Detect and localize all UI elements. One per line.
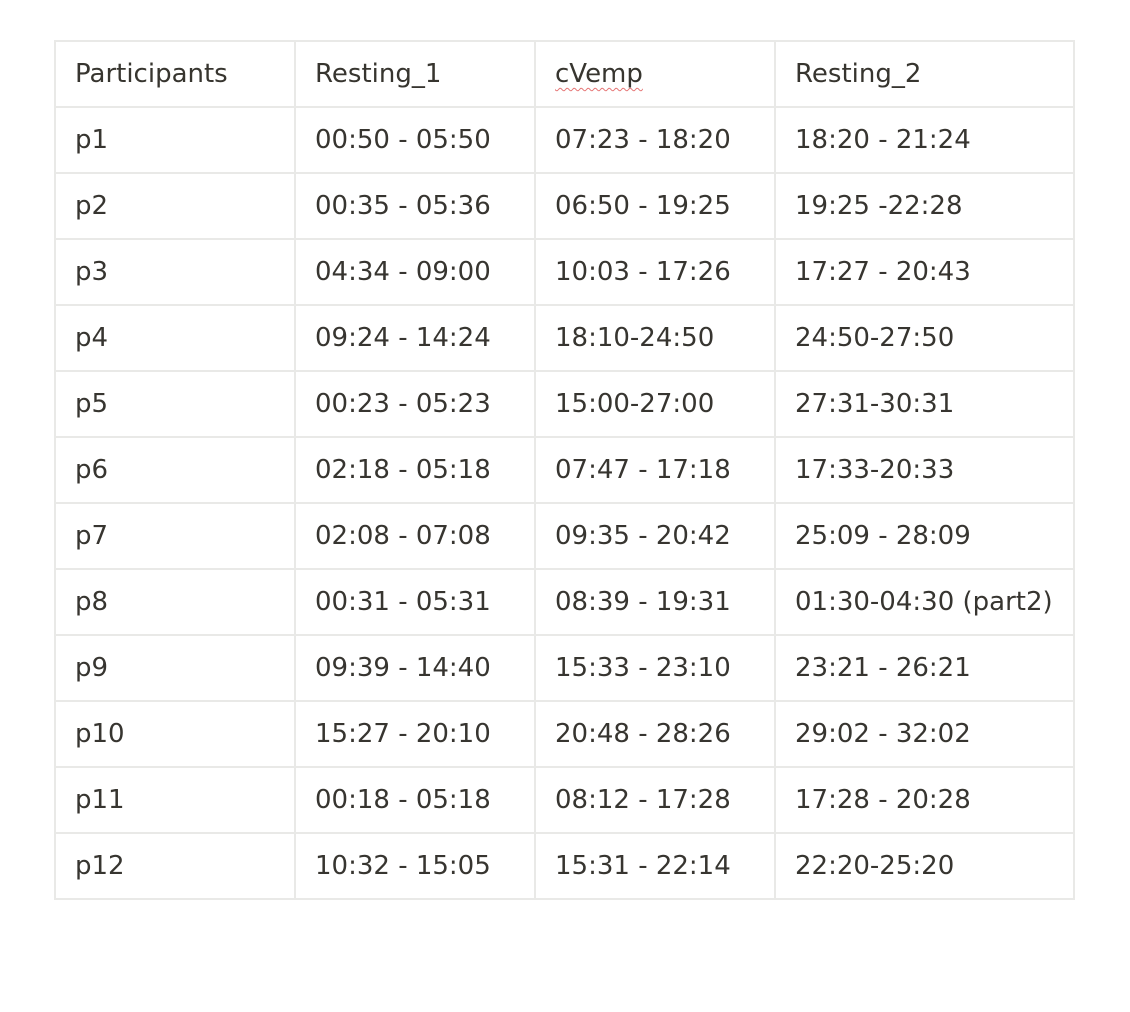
table-row: p5 00:23 - 05:23 15:00-27:00 27:31-30:31 <box>54 370 1075 438</box>
cell-cvemp[interactable]: 18:10-24:50 <box>534 304 776 372</box>
cell-cvemp[interactable]: 06:50 - 19:25 <box>534 172 776 240</box>
cell-resting-2[interactable]: 01:30-04:30 (part2) <box>774 568 1075 636</box>
cell-cvemp[interactable]: 08:12 - 17:28 <box>534 766 776 834</box>
cell-resting-2[interactable]: 22:20-25:20 <box>774 832 1075 900</box>
cell-resting-2[interactable]: 17:33-20:33 <box>774 436 1075 504</box>
table-row: p9 09:39 - 14:40 15:33 - 23:10 23:21 - 2… <box>54 634 1075 702</box>
cell-resting-1[interactable]: 00:50 - 05:50 <box>294 106 536 174</box>
cell-cvemp[interactable]: 08:39 - 19:31 <box>534 568 776 636</box>
cell-participant[interactable]: p5 <box>54 370 296 438</box>
cell-resting-1[interactable]: 00:35 - 05:36 <box>294 172 536 240</box>
table-row: p1 00:50 - 05:50 07:23 - 18:20 18:20 - 2… <box>54 106 1075 174</box>
cell-participant[interactable]: p11 <box>54 766 296 834</box>
cell-cvemp[interactable]: 09:35 - 20:42 <box>534 502 776 570</box>
cell-resting-2[interactable]: 17:28 - 20:28 <box>774 766 1075 834</box>
cell-resting-1[interactable]: 15:27 - 20:10 <box>294 700 536 768</box>
cell-participant[interactable]: p9 <box>54 634 296 702</box>
cell-resting-2[interactable]: 19:25 -22:28 <box>774 172 1075 240</box>
table-row: p3 04:34 - 09:00 10:03 - 17:26 17:27 - 2… <box>54 238 1075 306</box>
cell-resting-1[interactable]: 00:23 - 05:23 <box>294 370 536 438</box>
cell-resting-1[interactable]: 09:39 - 14:40 <box>294 634 536 702</box>
cell-resting-2[interactable]: 27:31-30:31 <box>774 370 1075 438</box>
cell-resting-1[interactable]: 00:31 - 05:31 <box>294 568 536 636</box>
table-row: p4 09:24 - 14:24 18:10-24:50 24:50-27:50 <box>54 304 1075 372</box>
cell-cvemp[interactable]: 07:47 - 17:18 <box>534 436 776 504</box>
cell-resting-2[interactable]: 18:20 - 21:24 <box>774 106 1075 174</box>
header-cvemp-label: cVemp <box>555 59 643 89</box>
cell-participant[interactable]: p1 <box>54 106 296 174</box>
table-row: p2 00:35 - 05:36 06:50 - 19:25 19:25 -22… <box>54 172 1075 240</box>
table-row: p6 02:18 - 05:18 07:47 - 17:18 17:33-20:… <box>54 436 1075 504</box>
table-row: p7 02:08 - 07:08 09:35 - 20:42 25:09 - 2… <box>54 502 1075 570</box>
header-cvemp[interactable]: cVemp <box>534 40 776 108</box>
cell-resting-1[interactable]: 10:32 - 15:05 <box>294 832 536 900</box>
cell-resting-2[interactable]: 24:50-27:50 <box>774 304 1075 372</box>
cell-resting-2[interactable]: 17:27 - 20:43 <box>774 238 1075 306</box>
cell-cvemp[interactable]: 15:31 - 22:14 <box>534 832 776 900</box>
table-container: Participants Resting_1 cVemp Resting_2 p… <box>54 40 1075 900</box>
table-row: p12 10:32 - 15:05 15:31 - 22:14 22:20-25… <box>54 832 1075 900</box>
cell-participant[interactable]: p7 <box>54 502 296 570</box>
cell-cvemp[interactable]: 20:48 - 28:26 <box>534 700 776 768</box>
header-row: Participants Resting_1 cVemp Resting_2 <box>54 40 1075 108</box>
cell-resting-2[interactable]: 29:02 - 32:02 <box>774 700 1075 768</box>
cell-cvemp[interactable]: 15:33 - 23:10 <box>534 634 776 702</box>
cell-participant[interactable]: p4 <box>54 304 296 372</box>
cell-participant[interactable]: p3 <box>54 238 296 306</box>
cell-resting-1[interactable]: 09:24 - 14:24 <box>294 304 536 372</box>
table-row: p11 00:18 - 05:18 08:12 - 17:28 17:28 - … <box>54 766 1075 834</box>
cell-resting-2[interactable]: 25:09 - 28:09 <box>774 502 1075 570</box>
cell-resting-2[interactable]: 23:21 - 26:21 <box>774 634 1075 702</box>
table-row: p10 15:27 - 20:10 20:48 - 28:26 29:02 - … <box>54 700 1075 768</box>
cell-resting-1[interactable]: 04:34 - 09:00 <box>294 238 536 306</box>
header-participants[interactable]: Participants <box>54 40 296 108</box>
cell-resting-1[interactable]: 00:18 - 05:18 <box>294 766 536 834</box>
cell-participant[interactable]: p8 <box>54 568 296 636</box>
cell-cvemp[interactable]: 10:03 - 17:26 <box>534 238 776 306</box>
header-resting-1[interactable]: Resting_1 <box>294 40 536 108</box>
cell-participant[interactable]: p12 <box>54 832 296 900</box>
cell-participant[interactable]: p6 <box>54 436 296 504</box>
table-row: p8 00:31 - 05:31 08:39 - 19:31 01:30-04:… <box>54 568 1075 636</box>
cell-cvemp[interactable]: 07:23 - 18:20 <box>534 106 776 174</box>
header-resting-2[interactable]: Resting_2 <box>774 40 1075 108</box>
cell-resting-1[interactable]: 02:08 - 07:08 <box>294 502 536 570</box>
cell-participant[interactable]: p10 <box>54 700 296 768</box>
participants-table: Participants Resting_1 cVemp Resting_2 p… <box>54 40 1075 900</box>
cell-resting-1[interactable]: 02:18 - 05:18 <box>294 436 536 504</box>
cell-cvemp[interactable]: 15:00-27:00 <box>534 370 776 438</box>
cell-participant[interactable]: p2 <box>54 172 296 240</box>
